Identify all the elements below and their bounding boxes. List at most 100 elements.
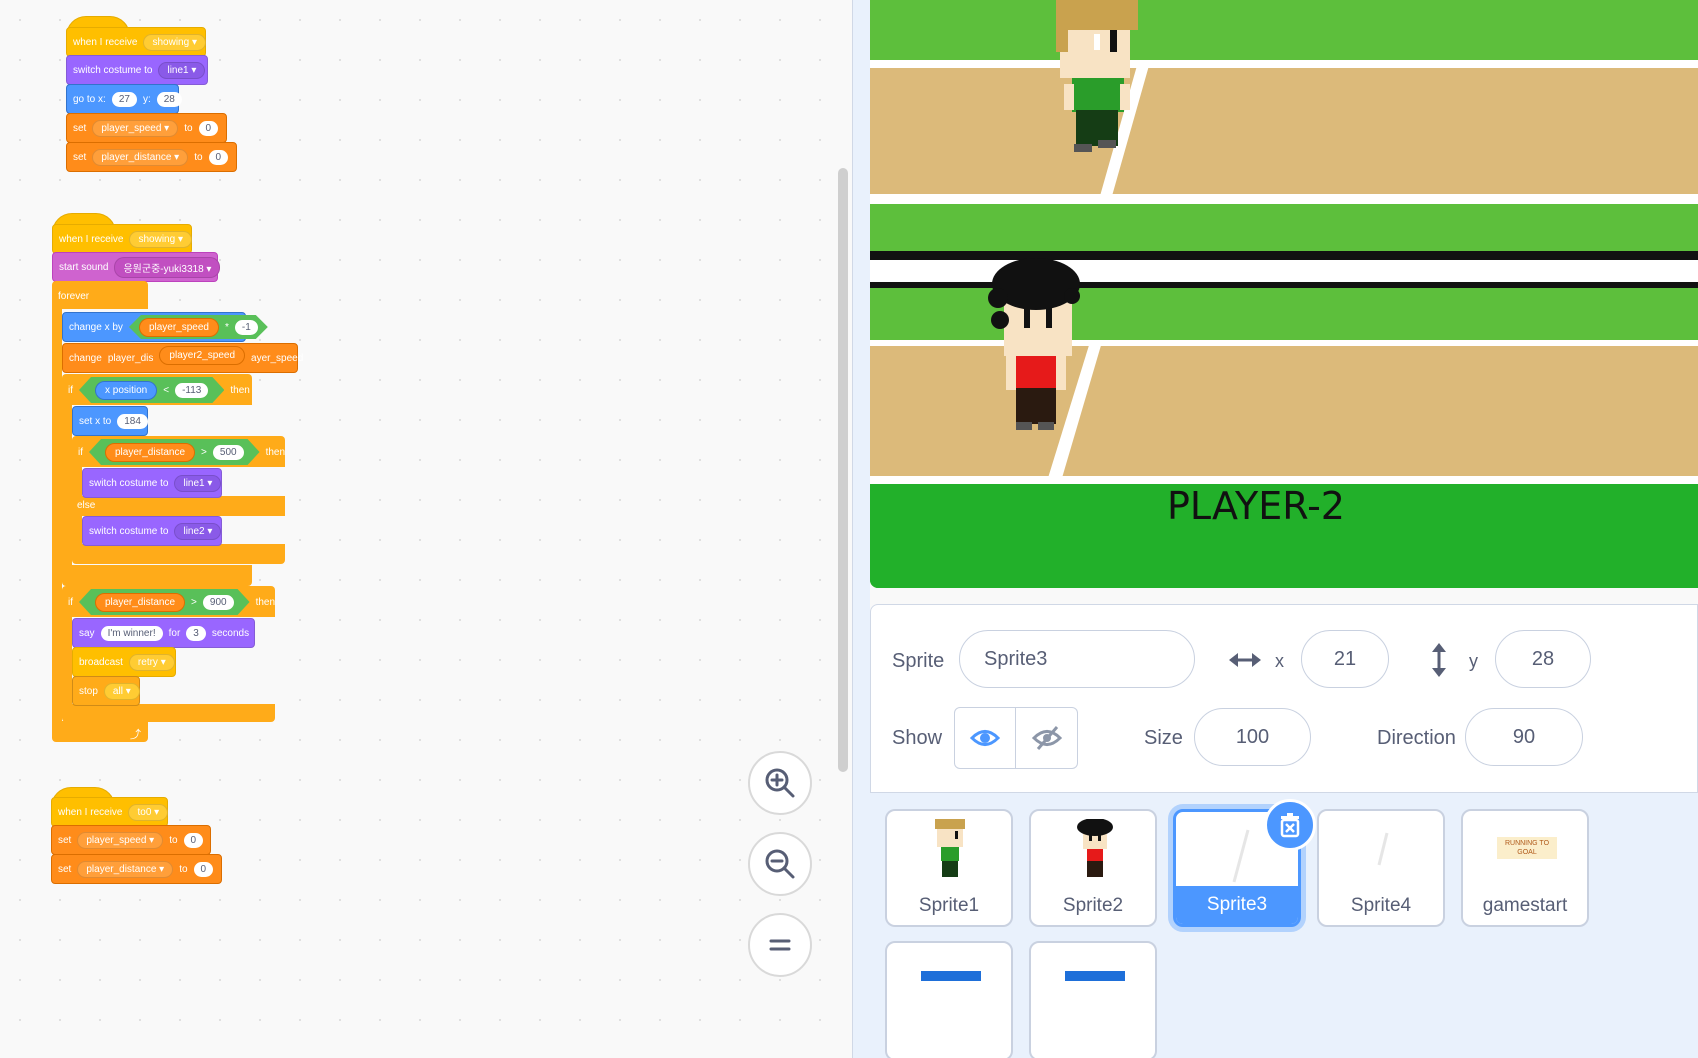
value-input[interactable]: -1 (235, 320, 258, 335)
set-variable-block[interactable]: set player_distance ▾ to 0 (66, 142, 237, 172)
sprite-tile[interactable] (885, 941, 1013, 1058)
delete-sprite-button[interactable] (1264, 799, 1316, 851)
broadcast-block[interactable]: broadcast retry ▾ (72, 647, 176, 677)
block-label: to (169, 834, 178, 846)
costume-dropdown[interactable]: line2 ▾ (174, 522, 222, 540)
value-input[interactable]: 900 (203, 595, 234, 610)
block-label: to (184, 122, 193, 134)
show-visible-button[interactable] (954, 707, 1016, 769)
sprite-tile[interactable]: RUNNING TO GOAL gamestart (1461, 809, 1589, 927)
block-label: ayer_speed (251, 352, 304, 364)
code-workspace[interactable]: when I receive showing ▾ switch costume … (0, 0, 922, 1058)
stop-dropdown[interactable]: all ▾ (103, 682, 140, 700)
zoom-in-button[interactable] (748, 751, 812, 815)
message-dropdown[interactable]: to0 ▾ (128, 803, 169, 821)
greater-than-operator[interactable]: player_distance > 900 (79, 589, 250, 615)
change-variable-block[interactable]: change player_dis player2_speed ayer_spe… (62, 343, 303, 373)
block-label: for (168, 627, 181, 639)
x-position-reporter[interactable]: x position (95, 381, 157, 400)
direction-field[interactable]: 90 (1465, 708, 1583, 766)
sound-dropdown[interactable]: 응원군중-yuki3318 ▾ (114, 256, 221, 278)
sprite-list: Sprite1 Sprite2 Sprite3 Sprite4 RUNNING … (870, 792, 1698, 1058)
stage[interactable]: PLAYER-2 (870, 0, 1698, 588)
set-variable-block[interactable]: set player_speed ▾ to 0 (66, 113, 227, 143)
value-input[interactable]: 184 (117, 413, 148, 429)
block-label: switch costume to (89, 477, 169, 489)
switch-costume-block[interactable]: switch costume to line1 ▾ (66, 55, 208, 85)
message-dropdown[interactable]: showing ▾ (129, 230, 192, 248)
gamestart-thumbnail: RUNNING TO GOAL (1497, 837, 1557, 859)
player2-speed-reporter[interactable]: player2_speed (159, 345, 246, 365)
block-label: when I receive (73, 36, 138, 48)
stop-block[interactable]: stop all ▾ (72, 676, 140, 706)
x-input[interactable]: 27 (111, 91, 137, 107)
switch-costume-block[interactable]: switch costume to line2 ▾ (82, 516, 222, 546)
value-input[interactable]: 0 (183, 832, 204, 848)
size-field[interactable]: 100 (1194, 708, 1311, 766)
else-label: else (77, 500, 96, 511)
forever-label-row: forever (52, 281, 148, 311)
if-header: if player_distance > 900 then (62, 587, 275, 617)
value-input[interactable]: -113 (175, 383, 208, 398)
say-for-secs-block[interactable]: say I'm winner! for 3 seconds (72, 618, 255, 648)
costume-dropdown[interactable]: line1 ▾ (158, 61, 206, 79)
eye-icon (970, 730, 1000, 746)
zoom-reset-button[interactable] (748, 913, 812, 977)
player-speed-reporter[interactable]: player_speed (139, 318, 219, 337)
block-label: stop (79, 685, 98, 697)
sprite-tile[interactable]: Sprite2 (1029, 809, 1157, 927)
block-label: start sound (59, 261, 109, 273)
block-label: forever (58, 290, 90, 302)
x-field[interactable]: 21 (1301, 630, 1389, 688)
sprite-tile[interactable]: Sprite4 (1317, 809, 1445, 927)
y-input[interactable]: 28 (156, 91, 182, 107)
player-distance-reporter[interactable]: player_distance (95, 593, 185, 612)
block-label: y: (142, 93, 151, 105)
multiply-operator[interactable]: player_speed * -1 (129, 315, 268, 339)
block-label: when I receive (58, 806, 123, 818)
message-dropdown[interactable]: showing ▾ (143, 33, 206, 51)
sprite-tile[interactable] (1029, 941, 1157, 1058)
start-sound-block[interactable]: start sound 응원군중-yuki3318 ▾ (52, 252, 221, 282)
block-label: if (68, 596, 73, 608)
less-than-operator[interactable]: x position < -113 (79, 377, 224, 403)
workspace-scrollbar[interactable] (838, 168, 848, 772)
player-distance-reporter[interactable]: player_distance (105, 443, 195, 462)
say-text-input[interactable]: I'm winner! (100, 625, 163, 641)
greater-than-operator[interactable]: player_distance > 500 (89, 439, 260, 465)
switch-costume-block[interactable]: switch costume to line1 ▾ (82, 468, 222, 498)
player-label: PLAYER-2 (1167, 484, 1345, 528)
go-to-xy-block[interactable]: go to x: 27 y: 28 (66, 84, 182, 114)
zoom-out-button[interactable] (748, 832, 812, 896)
y-label: y (1469, 651, 1478, 671)
operator-symbol: * (224, 321, 229, 333)
sprite-thumbnail (1065, 971, 1125, 981)
set-variable-block[interactable]: set player_speed ▾ to 0 (51, 825, 211, 855)
message-dropdown[interactable]: retry ▾ (128, 653, 175, 671)
block-label: set (73, 151, 87, 163)
variable-dropdown[interactable]: player_distance ▾ (92, 148, 189, 166)
variable-dropdown[interactable]: player_speed ▾ (77, 831, 164, 849)
variable-dropdown[interactable]: player_speed ▾ (92, 119, 179, 137)
horizontal-arrows-icon (1229, 653, 1261, 667)
set-variable-block[interactable]: set player_distance ▾ to 0 (51, 854, 222, 884)
value-input[interactable]: 0 (208, 149, 229, 165)
y-field[interactable]: 28 (1495, 630, 1591, 688)
value-input[interactable]: 0 (198, 120, 219, 136)
sprite-name: gamestart (1482, 895, 1568, 916)
sprite-tile[interactable]: Sprite1 (885, 809, 1013, 927)
set-x-block[interactable]: set x to 184 (72, 406, 148, 436)
costume-dropdown[interactable]: line1 ▾ (174, 474, 222, 492)
value-input[interactable]: 500 (213, 445, 244, 460)
value-input[interactable]: 0 (193, 861, 214, 877)
when-i-receive-block[interactable]: when I receive showing ▾ (66, 27, 206, 57)
sprite-name-field[interactable]: Sprite3 (959, 630, 1195, 688)
seconds-input[interactable]: 3 (186, 625, 206, 641)
sprite-name: Sprite3 (1176, 886, 1298, 924)
when-i-receive-block[interactable]: when I receive to0 ▾ (51, 797, 169, 827)
change-x-block[interactable]: change x by player_speed * -1 (62, 312, 246, 342)
when-i-receive-block[interactable]: when I receive showing ▾ (52, 224, 192, 254)
variable-dropdown[interactable]: player_distance ▾ (77, 860, 174, 878)
sprite1-thumbnail (935, 819, 965, 877)
show-hidden-button[interactable] (1016, 707, 1078, 769)
